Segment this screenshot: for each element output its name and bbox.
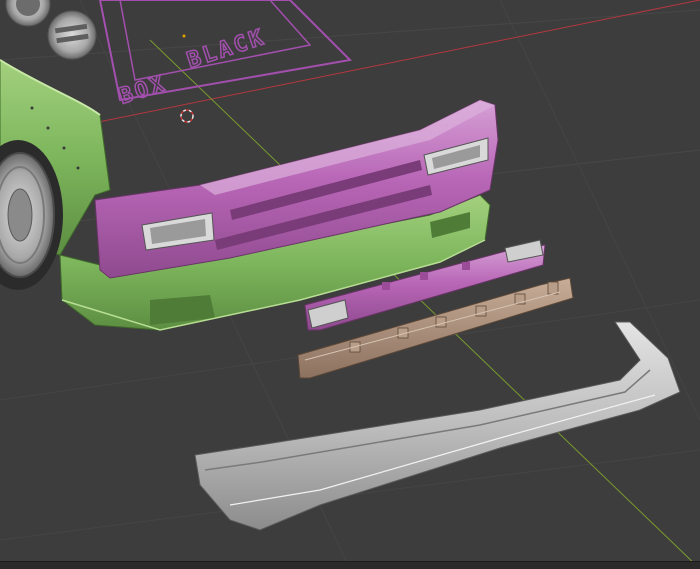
3d-viewport[interactable]: BLACK BOX	[0, 0, 700, 569]
decal-text-box: BOX	[116, 71, 170, 110]
status-bar	[0, 561, 700, 569]
green-car-body[interactable]	[0, 59, 111, 290]
gray-front-splitter[interactable]	[194, 321, 681, 531]
decal-text-black: BLACK	[184, 25, 269, 74]
viewport-scene[interactable]: BLACK BOX	[0, 0, 700, 569]
lug-sphere-1[interactable]	[5, 0, 51, 27]
black-box-decal: BLACK BOX	[98, 0, 353, 110]
3d-cursor-icon[interactable]	[180, 109, 194, 123]
lug-sphere-2[interactable]	[47, 10, 97, 60]
